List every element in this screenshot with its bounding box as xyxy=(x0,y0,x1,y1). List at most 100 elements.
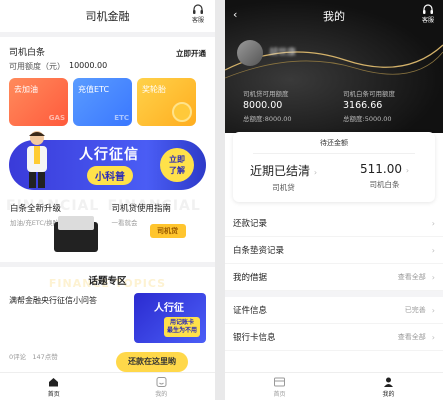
due-value: 511.00 › xyxy=(334,162,435,176)
due-label: 待还金额 xyxy=(253,138,415,154)
thumb-title: 人行征 xyxy=(154,303,184,314)
tile-label: 去加油 xyxy=(14,85,38,94)
due-value-text: 近期已结清 xyxy=(249,164,310,178)
chevron-right-icon: › xyxy=(313,168,318,177)
menu-label: 白条垫资记录 xyxy=(233,246,285,256)
menu-label: 证件信息 xyxy=(233,306,268,316)
tab-home[interactable]: 首页 xyxy=(0,373,108,400)
tile-label: 奖轮胎 xyxy=(142,85,166,94)
promo-title: 白条全新升级 xyxy=(10,204,62,214)
topic-text: 满帮金融央行征信小问答 xyxy=(9,296,97,305)
menu-repayment-records[interactable]: 还款记录 › xyxy=(225,210,443,237)
topics-title: 话题专区 xyxy=(88,276,127,287)
finance-home-screen: 司机金融 客服 司机白条 可用额度（元） 10000.00 去加油 GAS 充值… xyxy=(0,0,215,400)
bottom-tab-bar: 首页 我的 xyxy=(0,372,215,400)
support-label: 客服 xyxy=(191,17,204,24)
credit-banner[interactable]: 人行征信 小科普 立即 了解 xyxy=(9,131,206,190)
button-line: 了解 xyxy=(169,166,185,175)
tab-label: 我的 xyxy=(382,391,395,398)
baitiao-limit: 司机白条可用额度 3166.66 总额度:5000.00 xyxy=(343,88,395,123)
limit-value: 8000.00 xyxy=(243,100,283,111)
banner-title: 人行征信 xyxy=(79,147,139,163)
quota-row: 可用额度（元） 10000.00 xyxy=(9,61,206,72)
home-icon xyxy=(49,378,59,387)
due-loan[interactable]: 近期已结清 › 司机贷 xyxy=(233,162,334,193)
headset-icon xyxy=(423,4,433,14)
limit-label: 司机贷可用额度 xyxy=(243,90,289,98)
like-count: 147点赞 xyxy=(32,353,58,361)
topic-thumbnail: 人行征 用记账卡 最生为不用 xyxy=(134,293,206,343)
customer-service-button[interactable]: 客服 xyxy=(419,4,437,24)
chevron-right-icon: › xyxy=(431,272,435,282)
tab-label: 首页 xyxy=(47,391,60,398)
card-illustration xyxy=(54,216,98,252)
learn-more-button[interactable]: 立即 了解 xyxy=(160,148,194,182)
service-tiles: 去加油 GAS 充值ETC ETC 奖轮胎 xyxy=(9,78,206,126)
chevron-right-icon: › xyxy=(431,218,435,228)
header: 司机金融 客服 xyxy=(0,0,215,32)
topic-meta: 0评论 147点赞 xyxy=(9,351,58,361)
user-name: 胡世康 xyxy=(269,48,297,58)
limit-value: 3166.66 xyxy=(343,100,383,111)
menu-extra: 查看全部 xyxy=(397,273,426,281)
tile-etc[interactable]: 充值ETC ETC xyxy=(73,78,132,126)
menu-advance-records[interactable]: 白条垫资记录 › xyxy=(225,237,443,264)
banner-subtitle: 小科普 xyxy=(87,166,133,185)
menu-label: 银行卡信息 xyxy=(233,333,276,343)
my-account-screen: ‹ 我的 客服 胡世康 司机贷可用额度 8000.00 总额度:8000.00 … xyxy=(225,0,443,400)
due-baitiao[interactable]: 511.00 › 司机白条 xyxy=(334,162,435,193)
person-illustration xyxy=(27,131,47,188)
header: ‹ 我的 客服 xyxy=(225,0,443,32)
menu-id-info[interactable]: 证件信息 已完善 › xyxy=(225,297,443,324)
customer-service-button[interactable]: 客服 xyxy=(189,4,207,24)
topics-heading: FINANCE TOPICS 话题专区 xyxy=(0,273,215,290)
chevron-right-icon: › xyxy=(431,245,435,255)
repay-here-button[interactable]: 还款在这里哟 xyxy=(116,352,188,372)
menu-extra: 查看全部 xyxy=(397,333,426,341)
tile-label: 充值ETC xyxy=(78,85,110,94)
user-icon xyxy=(384,377,393,387)
page-title: 司机金融 xyxy=(85,10,130,23)
due-sub: 司机贷 xyxy=(272,183,295,192)
limit-label: 司机白条可用额度 xyxy=(343,90,395,98)
tab-mine[interactable]: 我的 xyxy=(108,373,216,400)
menu-label: 还款记录 xyxy=(233,219,268,229)
smile-icon xyxy=(156,377,167,387)
quota-label: 可用额度（元） xyxy=(9,62,65,71)
tab-mine[interactable]: 我的 xyxy=(334,373,443,400)
promo-loan-guide[interactable]: FINANCIAL 司机贷使用指南 一看就会 司机贷 xyxy=(108,198,210,262)
tab-home[interactable]: 首页 xyxy=(225,373,334,400)
loan-limit: 司机贷可用额度 8000.00 总额度:8000.00 xyxy=(243,88,292,123)
limit-total: 总额度:5000.00 xyxy=(343,115,392,123)
amount-due-card: 待还金额 近期已结清 › 司机贷 511.00 › 司机白条 xyxy=(233,132,435,202)
chevron-right-icon: › xyxy=(431,332,435,342)
menu-bank-card[interactable]: 银行卡信息 查看全部 › xyxy=(225,324,443,351)
chevron-right-icon: › xyxy=(405,166,410,175)
bottom-tab-bar: 首页 我的 xyxy=(225,372,443,400)
tab-label: 首页 xyxy=(273,391,286,398)
menu-extra: 已完善 xyxy=(404,306,426,314)
comment-count: 0评论 xyxy=(9,353,27,361)
thumb-badge-line: 用记账卡 xyxy=(169,319,194,326)
menu-label: 我的借据 xyxy=(233,273,268,283)
button-line: 立即 xyxy=(169,155,185,164)
tile-tire-reward[interactable]: 奖轮胎 xyxy=(137,78,196,126)
thumb-badge: 用记账卡 最生为不用 xyxy=(163,317,200,337)
promo-row: FINANCIAL 白条全新升级 加油/充ETC/换胎 FINANCIAL 司机… xyxy=(0,198,215,262)
account-header: ‹ 我的 客服 胡世康 司机贷可用额度 8000.00 总额度:8000.00 … xyxy=(225,0,443,133)
promo-baitiao-upgrade[interactable]: FINANCIAL 白条全新升级 加油/充ETC/换胎 xyxy=(6,198,108,262)
promo-title: 司机贷使用指南 xyxy=(111,204,172,214)
limit-total: 总额度:8000.00 xyxy=(243,115,292,123)
open-now-link[interactable]: 立即开通 xyxy=(176,48,206,59)
tile-refuel[interactable]: 去加油 GAS xyxy=(9,78,68,126)
avatar[interactable] xyxy=(237,40,263,66)
tab-label: 我的 xyxy=(155,391,168,398)
topic-item[interactable]: 满帮金融央行征信小问答 人行征 用记账卡 最生为不用 xyxy=(0,287,215,357)
quota-value: 10000.00 xyxy=(69,61,108,70)
support-label: 客服 xyxy=(421,17,434,24)
due-value: 近期已结清 › xyxy=(233,162,334,179)
menu-my-iou[interactable]: 我的借据 查看全部 › xyxy=(225,264,443,291)
etc-icon: ETC xyxy=(114,114,129,122)
account-menu: 还款记录 › 白条垫资记录 › 我的借据 查看全部 › 证件信息 已完善 › 银… xyxy=(225,210,443,351)
headset-icon xyxy=(193,4,203,14)
